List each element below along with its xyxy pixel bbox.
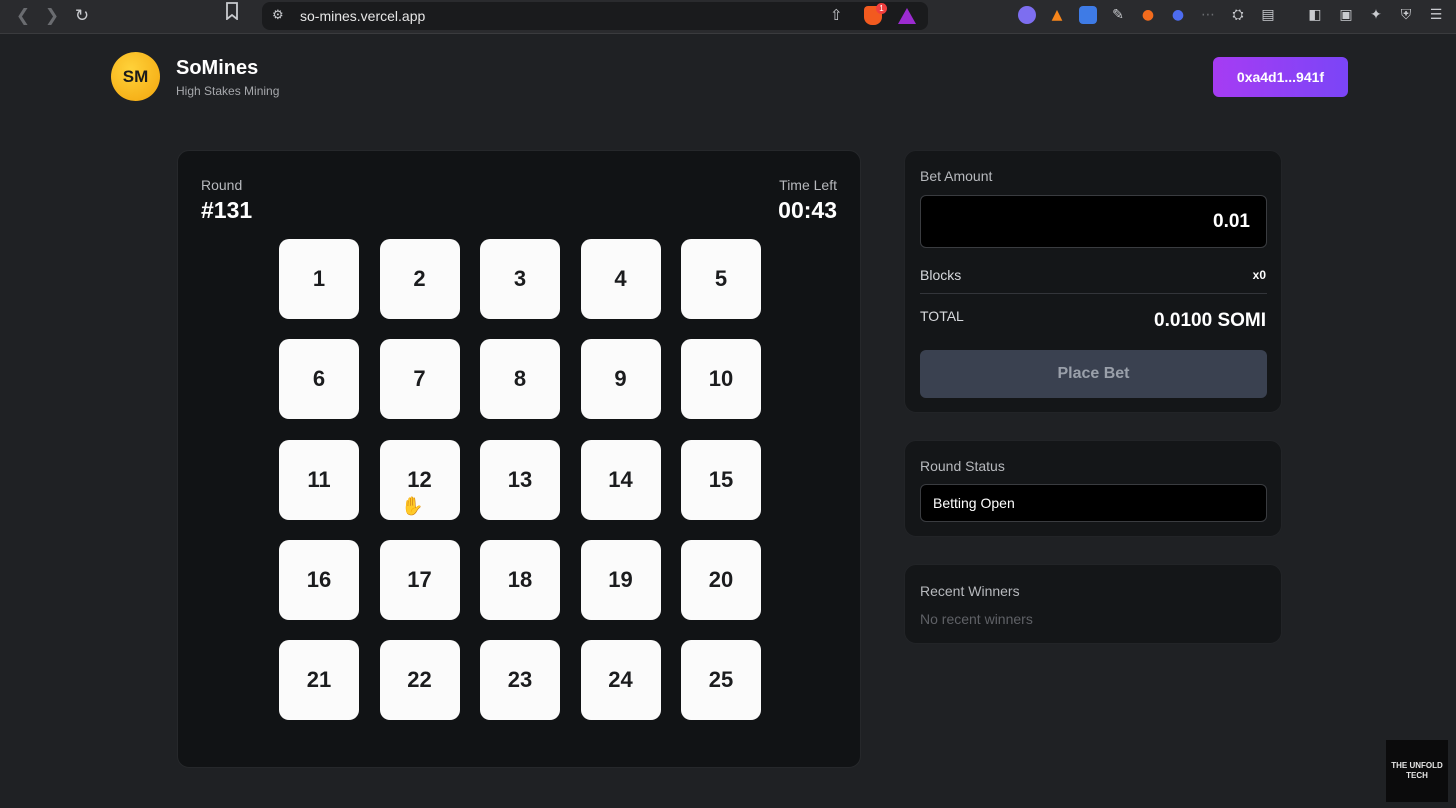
mine-tile[interactable]: 23: [480, 640, 560, 720]
game-board-panel: Round #131 Time Left 00:43 1 2 3 4 5 6 7 8 9 10 11…: [177, 150, 861, 768]
wallet-address-button[interactable]: 0xa4d1...941f: [1213, 57, 1348, 97]
mine-tile[interactable]: 20: [681, 539, 761, 620]
mine-tile[interactable]: 16: [279, 539, 359, 620]
recent-winners-label: Recent Winners: [920, 583, 1020, 599]
recent-winners-card: Recent Winners No recent winners: [904, 564, 1282, 644]
round-status-card: Round Status Betting Open: [904, 440, 1282, 537]
mine-tile[interactable]: 7: [379, 339, 460, 420]
mine-tile[interactable]: 24: [580, 640, 661, 720]
mine-tile[interactable]: 3: [480, 239, 560, 319]
time-left-value: 00:43: [778, 197, 837, 223]
mine-tile[interactable]: 19: [580, 539, 661, 620]
mine-tile[interactable]: 13: [480, 439, 560, 520]
round-number: #131: [201, 197, 253, 223]
watermark-line-1: THE UNFOLD: [1391, 761, 1443, 770]
extension-icon[interactable]: [1018, 6, 1036, 24]
mine-tile[interactable]: 2: [379, 239, 460, 319]
mine-tile[interactable]: 8: [480, 339, 560, 420]
mine-tile[interactable]: 17: [379, 539, 460, 620]
mine-tile[interactable]: 18: [480, 539, 560, 620]
app-subtitle: High Stakes Mining: [176, 84, 280, 98]
bet-amount-label: Bet Amount: [920, 168, 993, 184]
puzzle-icon[interactable]: ⛭: [1229, 6, 1247, 24]
extension-blue-icon[interactable]: ●: [1169, 6, 1187, 24]
mine-tile[interactable]: 25: [681, 640, 761, 720]
channel-watermark: THE UNFOLD TECH: [1386, 740, 1448, 802]
extension-window-icon[interactable]: [1079, 6, 1097, 24]
bookmark-icon[interactable]: [225, 2, 239, 25]
back-icon[interactable]: ❮: [8, 1, 38, 31]
reader-icon[interactable]: ▤: [1259, 6, 1277, 24]
mine-tile[interactable]: 6: [279, 339, 359, 420]
forward-icon[interactable]: ❯: [37, 1, 67, 31]
round-label: Round: [201, 177, 243, 193]
time-left-label: Time Left: [779, 177, 837, 193]
round-status-value: Betting Open: [920, 484, 1267, 522]
site-settings-icon[interactable]: ⚙: [272, 8, 284, 23]
mine-tile[interactable]: 11: [279, 439, 359, 520]
sidebar-icon[interactable]: ◧: [1306, 6, 1324, 24]
mine-tile[interactable]: 4: [580, 239, 661, 319]
recent-winners-empty: No recent winners: [920, 611, 1033, 627]
blocks-label: Blocks: [920, 267, 962, 283]
total-value: 0.0100 SOMI: [1154, 310, 1266, 331]
wallet-icon[interactable]: ▣: [1337, 6, 1355, 24]
brave-rewards-icon[interactable]: [898, 8, 916, 24]
mine-tile[interactable]: 14: [580, 439, 661, 520]
more-extensions-icon[interactable]: ⋯: [1199, 6, 1217, 24]
mine-tile[interactable]: 15: [681, 439, 761, 520]
extension-orange-icon[interactable]: ●: [1139, 6, 1157, 24]
menu-icon[interactable]: ☰: [1427, 6, 1445, 24]
logo: SM: [111, 52, 160, 101]
hand-cursor-icon: ✋: [401, 496, 424, 517]
mine-tile[interactable]: 10: [681, 339, 761, 420]
address-bar[interactable]: ⚙ so-mines.vercel.app ⇧ 1: [262, 2, 928, 30]
bet-card: Bet Amount Blocks x0 TOTAL 0.0100 SOMI P…: [904, 150, 1282, 413]
blocks-multiplier: x0: [1252, 268, 1266, 282]
total-label: TOTAL: [920, 308, 964, 324]
mine-tile[interactable]: 5: [681, 239, 761, 319]
round-status-label: Round Status: [920, 458, 1005, 474]
share-icon[interactable]: ⇧: [830, 6, 843, 24]
mine-tile[interactable]: 22: [379, 640, 460, 720]
bet-amount-input[interactable]: [920, 195, 1267, 248]
metamask-icon[interactable]: ▲: [1048, 6, 1066, 24]
app-title: SoMines: [176, 57, 259, 79]
eyedropper-icon[interactable]: ✎: [1109, 6, 1127, 24]
reload-icon[interactable]: ↻: [67, 1, 97, 31]
divider: [920, 293, 1267, 294]
mine-tile[interactable]: 9: [580, 339, 661, 420]
vpn-shield-icon[interactable]: ⛨: [1397, 6, 1415, 24]
leo-icon[interactable]: ✦: [1367, 6, 1385, 24]
mine-tile[interactable]: 1: [279, 239, 359, 319]
browser-toolbar: ❮ ❯ ↻ ⚙ so-mines.vercel.app ⇧ 1 ▲ ✎ ● ● …: [0, 0, 1456, 34]
url-text[interactable]: so-mines.vercel.app: [300, 8, 425, 24]
place-bet-button[interactable]: Place Bet: [920, 350, 1267, 398]
mine-tile[interactable]: 21: [279, 640, 359, 720]
brave-shields-badge: 1: [876, 3, 887, 14]
watermark-line-2: TECH: [1406, 771, 1428, 780]
